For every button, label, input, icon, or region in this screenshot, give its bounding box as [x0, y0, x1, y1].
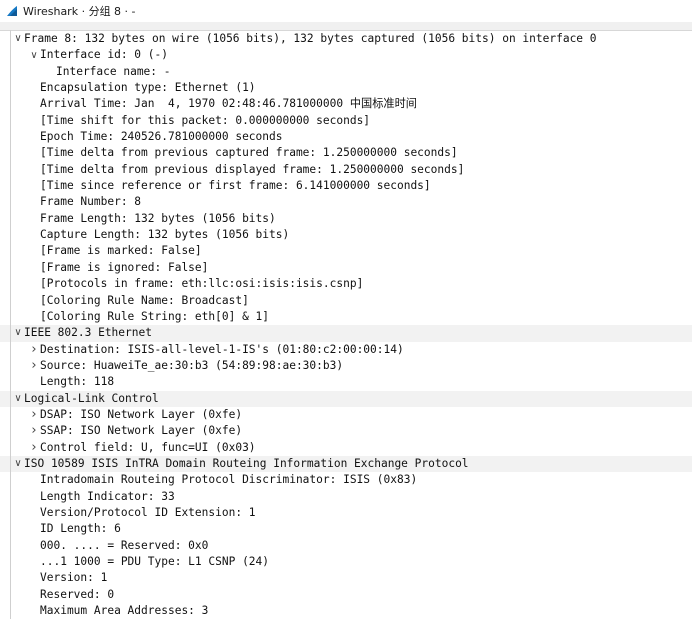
chevron-right-icon[interactable]: ›: [28, 407, 40, 423]
protocol-tree-field[interactable]: Interface name: -: [0, 64, 692, 80]
tree-row-label: Encapsulation type: Ethernet (1): [40, 81, 256, 95]
tree-row-label: Logical-Link Control: [24, 391, 159, 405]
title-divider: [0, 22, 692, 30]
window-title: Wireshark · 分组 8 · -: [23, 5, 136, 18]
tree-row-label: Intradomain Routeing Protocol Discrimina…: [40, 473, 418, 487]
tree-row-label: [Coloring Rule String: eth[0] & 1]: [40, 309, 270, 323]
tree-row-label: 000. .... = Reserved: 0x0: [40, 538, 209, 552]
chevron-down-icon[interactable]: ∨: [12, 31, 24, 47]
protocol-tree-field[interactable]: [Time delta from previous displayed fram…: [0, 162, 692, 178]
tree-row-label: [Time shift for this packet: 0.000000000…: [40, 113, 371, 127]
wireshark-fin-icon: [6, 5, 18, 17]
tree-row-label: Version/Protocol ID Extension: 1: [40, 505, 256, 519]
tree-row-label: Control field: U, func=UI (0x03): [40, 440, 256, 454]
tree-row-label: ID Length: 6: [40, 522, 121, 536]
tree-row-label: Frame Length: 132 bytes (1056 bits): [40, 211, 276, 225]
protocol-tree-header[interactable]: ∨ Logical-Link Control: [0, 390, 692, 407]
protocol-tree-field[interactable]: Intradomain Routeing Protocol Discrimina…: [0, 472, 692, 488]
tree-row-label: Length: 118: [40, 375, 115, 389]
packet-details-tree[interactable]: ∨ Frame 8: 132 bytes on wire (1056 bits),…: [0, 30, 692, 620]
tree-row-label: [Frame is marked: False]: [40, 244, 202, 258]
tree-row-label: Maximum Area Addresses: 3: [40, 604, 209, 618]
protocol-tree-field[interactable]: Frame Length: 132 bytes (1056 bits): [0, 211, 692, 227]
protocol-tree-field[interactable]: [Coloring Rule Name: Broadcast]: [0, 293, 692, 309]
protocol-tree-field[interactable]: [Frame is marked: False]: [0, 243, 692, 259]
tree-row-label: Epoch Time: 240526.781000000 seconds: [40, 130, 283, 144]
tree-row-label: Source: HuaweiTe_ae:30:b3 (54:89:98:ae:3…: [40, 358, 344, 372]
protocol-tree-field[interactable]: › Control field: U, func=UI (0x03): [0, 440, 692, 456]
protocol-tree-header[interactable]: ∨ IEEE 802.3 Ethernet: [0, 325, 692, 342]
tree-row-label: Destination: ISIS-all-level-1-IS's (01:8…: [40, 342, 404, 356]
tree-row-label: Arrival Time: Jan 4, 1970 02:48:46.78100…: [40, 97, 417, 111]
tree-row-label: Length Indicator: 33: [40, 489, 175, 503]
chevron-down-icon[interactable]: ∨: [12, 391, 24, 407]
tree-row-label: DSAP: ISO Network Layer (0xfe): [40, 407, 243, 421]
protocol-tree-field[interactable]: › Source: HuaweiTe_ae:30:b3 (54:89:98:ae:…: [0, 358, 692, 374]
protocol-tree-field[interactable]: [Frame is ignored: False]: [0, 260, 692, 276]
chevron-down-icon[interactable]: ∨: [12, 456, 24, 472]
protocol-tree-field[interactable]: [Protocols in frame: eth:llc:osi:isis:is…: [0, 276, 692, 292]
protocol-tree-field[interactable]: Encapsulation type: Ethernet (1): [0, 80, 692, 96]
tree-row-label: ...1 1000 = PDU Type: L1 CSNP (24): [40, 555, 270, 568]
tree-row-label: [Time since reference or first frame: 6.…: [40, 179, 431, 193]
protocol-tree-field[interactable]: Length Indicator: 33: [0, 489, 692, 505]
chevron-right-icon[interactable]: ›: [28, 342, 40, 358]
protocol-tree-field[interactable]: ...1 1000 = PDU Type: L1 CSNP (24): [0, 554, 692, 570]
tree-row-label: Reserved: 0: [40, 587, 115, 601]
tree-row-label: [Coloring Rule Name: Broadcast]: [40, 293, 249, 307]
tree-row-label: Interface name: -: [56, 64, 171, 78]
protocol-tree-field[interactable]: › Destination: ISIS-all-level-1-IS's (01:…: [0, 342, 692, 358]
tree-row-label: Frame Number: 8: [40, 195, 142, 209]
window-title-bar: Wireshark · 分组 8 · -: [0, 0, 692, 22]
tree-row-label: Capture Length: 132 bytes (1056 bits): [40, 228, 290, 242]
chevron-down-icon[interactable]: ∨: [28, 48, 40, 64]
tree-row-label: SSAP: ISO Network Layer (0xfe): [40, 424, 243, 438]
protocol-tree-field[interactable]: ∨ Interface id: 0 (-): [0, 47, 692, 63]
protocol-tree-field[interactable]: ID Length: 6: [0, 521, 692, 537]
protocol-tree-field[interactable]: › SSAP: ISO Network Layer (0xfe): [0, 423, 692, 439]
protocol-tree-field[interactable]: Length: 118: [0, 374, 692, 390]
chevron-right-icon[interactable]: ›: [28, 358, 40, 374]
protocol-tree-field[interactable]: Version/Protocol ID Extension: 1: [0, 505, 692, 521]
chevron-down-icon[interactable]: ∨: [12, 325, 24, 341]
protocol-tree-field[interactable]: Frame Number: 8: [0, 194, 692, 210]
protocol-tree-field[interactable]: [Time delta from previous captured frame…: [0, 145, 692, 161]
protocol-tree-field[interactable]: [Time since reference or first frame: 6.…: [0, 178, 692, 194]
tree-row-label: [Frame is ignored: False]: [40, 260, 209, 274]
protocol-tree-field[interactable]: Arrival Time: Jan 4, 1970 02:48:46.78100…: [0, 96, 692, 112]
chevron-right-icon[interactable]: ›: [28, 440, 40, 456]
tree-left-border: [10, 30, 11, 619]
protocol-tree-field[interactable]: › DSAP: ISO Network Layer (0xfe): [0, 407, 692, 423]
protocol-tree-field[interactable]: [Time shift for this packet: 0.000000000…: [0, 113, 692, 129]
protocol-tree-field[interactable]: [Coloring Rule String: eth[0] & 1]: [0, 309, 692, 325]
protocol-tree-header[interactable]: ∨ Frame 8: 132 bytes on wire (1056 bits),…: [0, 31, 692, 47]
protocol-tree-field[interactable]: Version: 1: [0, 570, 692, 586]
tree-row-label: ISO 10589 ISIS InTRA Domain Routeing Inf…: [24, 456, 469, 470]
tree-row-label: [Protocols in frame: eth:llc:osi:isis:is…: [40, 277, 364, 291]
tree-row-label: Frame 8: 132 bytes on wire (1056 bits), …: [24, 32, 597, 45]
protocol-tree-header[interactable]: ∨ ISO 10589 ISIS InTRA Domain Routeing In…: [0, 455, 692, 473]
tree-row-label: [Time delta from previous captured frame…: [40, 146, 458, 160]
chevron-right-icon[interactable]: ›: [28, 423, 40, 439]
tree-row-label: Version: 1: [40, 571, 108, 585]
tree-row-label: [Time delta from previous displayed fram…: [40, 162, 465, 176]
protocol-tree-field[interactable]: 000. .... = Reserved: 0x0: [0, 538, 692, 554]
tree-row-label: Interface id: 0 (-): [40, 48, 168, 62]
protocol-tree-field[interactable]: Capture Length: 132 bytes (1056 bits): [0, 227, 692, 243]
tree-row-label: IEEE 802.3 Ethernet: [24, 326, 152, 340]
protocol-tree-field[interactable]: Reserved: 0: [0, 587, 692, 603]
protocol-tree-field[interactable]: Epoch Time: 240526.781000000 seconds: [0, 129, 692, 145]
protocol-tree-field[interactable]: Maximum Area Addresses: 3: [0, 603, 692, 619]
